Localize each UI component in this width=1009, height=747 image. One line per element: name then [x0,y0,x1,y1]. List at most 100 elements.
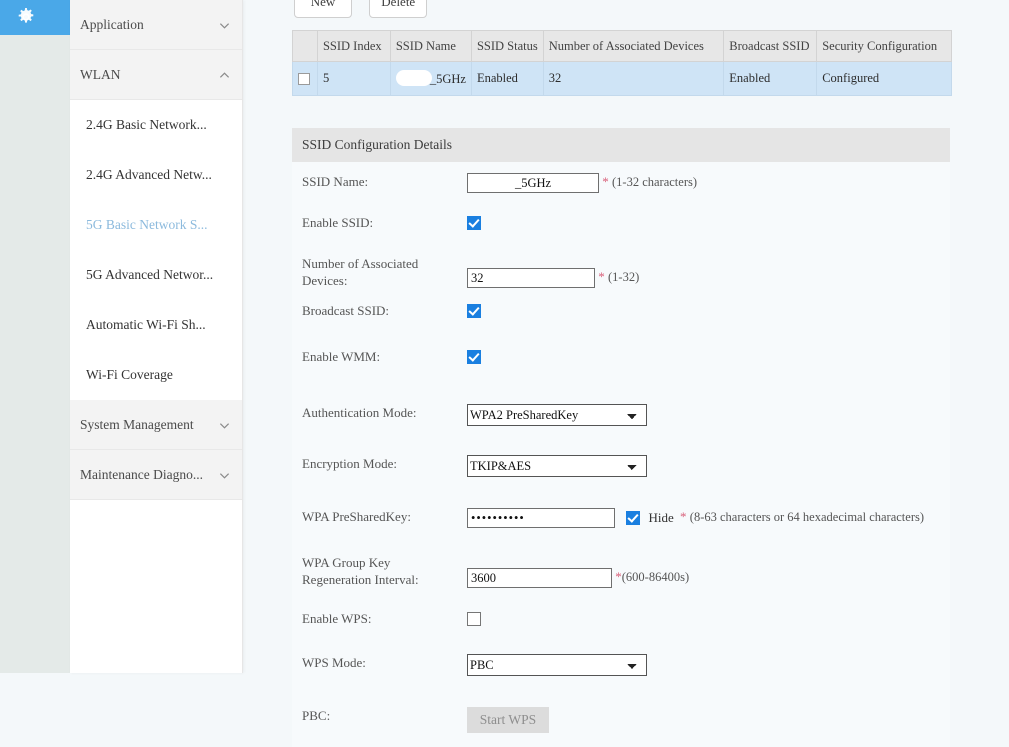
enable-wmm-checkbox[interactable] [467,350,481,365]
gear-icon [16,7,36,27]
authentication-mode-label: Authentication Mode: [302,405,417,420]
cell-security-configuration: Configured [816,61,952,96]
ssid-name-hint: (1-32 characters) [612,174,698,189]
wpa-presharedkey-input[interactable] [467,508,615,528]
required-marker: * [602,173,609,189]
broadcast-ssid-checkbox[interactable] [467,304,481,319]
sidebar-group-label: Application [80,17,144,32]
ssid-list-table: SSID Index SSID Name SSID Status Number … [292,30,952,96]
main-content: New Delete SSID Index SSID Name SSID Sta… [242,0,1009,747]
pbc-label: PBC: [302,708,331,723]
details-panel-title: SSID Configuration Details [292,128,950,162]
hide-password-checkbox[interactable] [626,511,641,525]
table-row[interactable]: 5 _5GHz Enabled 32 Enabled Configured [292,61,952,96]
sidebar-item-wifi-coverage[interactable]: Wi-Fi Coverage [70,350,242,400]
sidebar-group-label: System Management [80,417,194,432]
field-row-wpa-presharedkey: WPA PreSharedKey: Hide * (8-63 character… [292,485,950,538]
chevron-down-icon [219,470,230,481]
sidebar-group-maintenance-diagnosis[interactable]: Maintenance Diagno... [70,450,242,500]
wpa-presharedkey-label: WPA PreSharedKey: [302,509,411,524]
cell-ssid-name-text: _5GHz [429,72,466,86]
cell-ssid-name: _5GHz [389,61,472,96]
field-row-ssid-name: SSID Name: * (1-32 characters) [292,162,950,203]
column-header-ssid-status: SSID Status [470,30,544,62]
enable-wps-checkbox[interactable] [467,612,481,627]
column-header-security-configuration: Security Configuration [816,30,952,62]
cell-broadcast-ssid: Enabled [723,61,818,96]
ssid-configuration-details-panel: SSID Configuration Details SSID Name: * … [292,128,950,747]
ssid-name-input[interactable] [467,173,599,193]
wpa-group-key-interval-input[interactable] [467,568,612,588]
chevron-down-icon [219,20,230,31]
sidebar-item-24g-basic-network[interactable]: 2.4G Basic Network... [70,100,242,150]
sidebar-group-wlan[interactable]: WLAN [70,50,242,100]
redaction-blob [395,70,432,86]
wpa-group-key-interval-hint: (600-86400s) [621,569,690,584]
field-row-wpa-group-key-interval: WPA Group Key Regeneration Interval: *(6… [292,538,950,590]
sidebar-item-5g-basic-network[interactable]: 5G Basic Network S... [70,200,242,250]
sidebar-item-24g-advanced-network[interactable]: 2.4G Advanced Netw... [70,150,242,200]
enable-wps-label: Enable WPS: [302,611,372,626]
column-header-ssid-index: SSID Index [316,30,391,62]
field-row-encryption-mode: Encryption Mode: TKIP&AES [292,434,950,485]
row-select-cell[interactable] [292,61,318,96]
cell-ssid-status: Enabled [470,61,544,96]
sidebar-item-label: 5G Advanced Networ... [86,267,214,282]
sidebar-group-system-management[interactable]: System Management [70,400,242,450]
column-header-ssid-name: SSID Name [389,30,472,62]
enable-ssid-label: Enable SSID: [302,215,374,230]
sidebar-item-automatic-wifi-shutdown[interactable]: Automatic Wi-Fi Sh... [70,300,242,350]
broadcast-ssid-label: Broadcast SSID: [302,303,390,318]
field-row-broadcast-ssid: Broadcast SSID: [292,290,950,332]
cell-ssid-index: 5 [316,61,391,96]
hide-password-label: Hide [648,510,674,525]
left-nav-rail [0,0,72,673]
delete-button[interactable]: Delete [369,0,428,18]
associated-devices-input[interactable] [467,268,595,288]
associated-devices-label-line2: Devices: [302,273,348,288]
cell-associated-devices: 32 [542,61,725,96]
sidebar-item-label: 2.4G Advanced Netw... [86,167,212,182]
field-row-enable-ssid: Enable SSID: [292,203,950,244]
encryption-mode-label: Encryption Mode: [302,456,397,471]
sidebar-group-label: Maintenance Diagno... [80,467,203,482]
chevron-up-icon [219,70,230,81]
row-checkbox[interactable] [298,73,310,86]
enable-wmm-label: Enable WMM: [302,349,381,364]
wpa-group-key-interval-label-line1: WPA Group Key [302,555,391,570]
field-row-associated-devices: Number of Associated Devices: * (1-32) [292,244,950,290]
wpa-presharedkey-hint: (8-63 characters or 64 hexadecimal chara… [689,509,925,524]
field-row-wps-mode: WPS Mode: PBC [292,640,950,684]
enable-ssid-checkbox[interactable] [467,216,481,231]
column-header-broadcast-ssid: Broadcast SSID [723,30,818,62]
wpa-group-key-interval-label-line2: Regeneration Interval: [302,572,419,587]
table-toolbar: New Delete [294,0,441,18]
associated-devices-label: Number of Associated Devices: [302,255,452,289]
ssid-name-label: SSID Name: [302,174,369,189]
encryption-mode-select[interactable]: TKIP&AES [467,455,647,477]
column-header-select [292,30,318,62]
field-row-authentication-mode: Authentication Mode: WPA2 PreSharedKey [292,378,950,434]
chevron-down-icon [219,420,230,431]
authentication-mode-select[interactable]: WPA2 PreSharedKey [467,404,647,426]
table-header-row: SSID Index SSID Name SSID Status Number … [292,30,952,62]
required-marker: * [598,268,605,284]
required-marker: * [680,508,687,524]
sidebar-item-label: Automatic Wi-Fi Sh... [86,317,206,332]
field-row-enable-wps: Enable WPS: [292,590,950,640]
new-button[interactable]: New [294,0,352,18]
field-row-enable-wmm: Enable WMM: [292,332,950,378]
associated-devices-label-line1: Number of Associated [302,256,419,271]
start-wps-button[interactable]: Start WPS [467,707,549,733]
sidebar-item-5g-advanced-network[interactable]: 5G Advanced Networ... [70,250,242,300]
wpa-group-key-interval-label: WPA Group Key Regeneration Interval: [302,554,452,588]
sidebar-item-label: 2.4G Basic Network... [86,117,207,132]
sidebar-group-label: WLAN [80,67,121,82]
sidebar-menu: Application WLAN 2.4G Basic Network... 2… [70,0,243,673]
sidebar-item-label: Wi-Fi Coverage [86,367,173,382]
wps-mode-label: WPS Mode: [302,655,366,670]
sidebar-group-application[interactable]: Application [70,0,242,50]
column-header-associated-devices: Number of Associated Devices [542,30,725,62]
associated-devices-hint: (1-32) [608,269,640,284]
sidebar-item-label: 5G Basic Network S... [86,217,208,232]
